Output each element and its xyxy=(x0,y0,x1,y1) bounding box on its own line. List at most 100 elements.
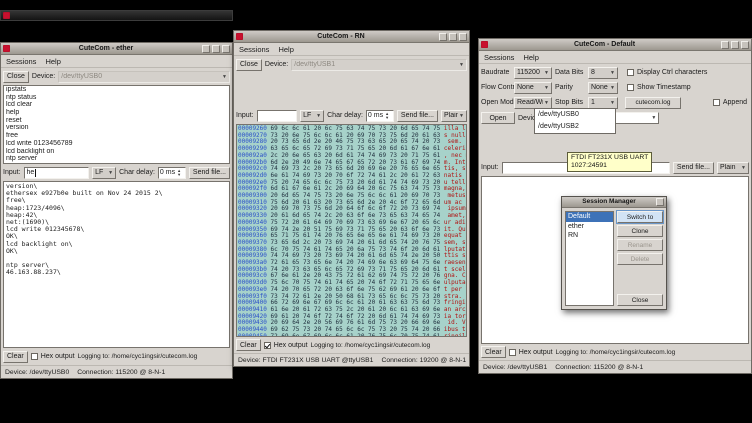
baudrate-combo[interactable]: 115200 ▼ xyxy=(514,67,552,79)
close-icon[interactable] xyxy=(656,198,664,206)
window-cutecom-rn: CuteCom - RN Sessions Help Close Device:… xyxy=(233,30,470,367)
flow-control-combo[interactable]: None ▼ xyxy=(514,82,552,94)
close-button[interactable] xyxy=(222,45,230,53)
parity-combo[interactable]: None ▼ xyxy=(588,82,618,94)
menu-sessions[interactable]: Sessions xyxy=(239,45,269,54)
cutecom-app-icon xyxy=(3,12,10,19)
device-option[interactable]: /dev/ttyUSB2 xyxy=(535,121,615,133)
log-file-button[interactable]: cutecom.log xyxy=(625,97,681,109)
session-item[interactable]: RN xyxy=(566,231,613,241)
menu-sessions[interactable]: Sessions xyxy=(484,53,514,62)
history-item[interactable]: version xyxy=(4,124,229,132)
close-dialog-button[interactable]: Close xyxy=(617,294,663,306)
display-ctrl-checkbox[interactable] xyxy=(627,69,634,76)
send-file-button[interactable]: Send file... xyxy=(673,162,714,174)
menubar: Sessions Help xyxy=(479,51,751,64)
history-item[interactable]: ipstats xyxy=(4,86,229,94)
clone-button[interactable]: Clone xyxy=(617,225,663,237)
open-mode-combo[interactable]: Read/Write ▼ xyxy=(514,97,552,109)
dialog-titlebar[interactable]: Session Manager xyxy=(562,197,666,208)
maximize-button[interactable] xyxy=(731,41,739,49)
window-title: CuteCom - RN xyxy=(245,31,437,42)
history-item[interactable]: lcd write 0123456789 xyxy=(4,140,229,148)
history-item[interactable]: free xyxy=(4,132,229,140)
hex-output-area[interactable]: 00009260 69 6c 6c 61 20 6c 75 63 74 75 7… xyxy=(236,124,467,337)
input-field[interactable]: he xyxy=(24,167,90,179)
history-item[interactable]: reset xyxy=(4,117,229,125)
show-timestamp-checkbox[interactable] xyxy=(627,84,634,91)
session-item[interactable]: Default xyxy=(566,212,613,222)
titlebar[interactable]: CuteCom - RN xyxy=(234,31,469,43)
close-button[interactable] xyxy=(459,33,467,41)
chevron-down-icon: ▼ xyxy=(544,100,549,106)
history-item[interactable]: ntp status xyxy=(4,94,229,102)
send-file-button[interactable]: Send file... xyxy=(397,110,438,122)
statusbar: Device: /dev/ttyUSB0 Connection: 115200 … xyxy=(1,365,232,378)
device-combo[interactable]: /dev/ttyUSB0 ▼ xyxy=(58,71,230,83)
input-row: Input: LF ▼ Char delay: 0 ms ▲▼ Send fil… xyxy=(236,109,467,122)
device-label: Device: xyxy=(265,61,288,68)
eol-combo[interactable]: LF ▼ xyxy=(300,110,324,122)
minimize-button[interactable] xyxy=(439,33,447,41)
titlebar[interactable]: CuteCom - Default xyxy=(479,39,751,51)
display-mode-value: Plain xyxy=(444,112,458,119)
switch-to-button[interactable]: Switch to xyxy=(617,211,663,223)
data-bits-label: Data Bits xyxy=(555,69,585,76)
command-history-list[interactable]: ipstatsntp statuslcd clearhelpresetversi… xyxy=(3,85,230,164)
device-combo[interactable]: /dev/ttyUSB1 ▼ xyxy=(291,59,467,71)
session-item[interactable]: ether xyxy=(566,222,613,232)
maximize-button[interactable] xyxy=(449,33,457,41)
char-delay-spinner[interactable]: 0 ms ▲▼ xyxy=(366,110,394,122)
char-delay-spinner[interactable]: 0 ms ▲▼ xyxy=(158,167,186,179)
maximize-button[interactable] xyxy=(212,45,220,53)
output-line: lcd write 012345678\ xyxy=(6,226,227,233)
clear-button[interactable]: Clear xyxy=(481,346,506,358)
close-button[interactable] xyxy=(741,41,749,49)
open-mode-value: Read/Write xyxy=(517,99,543,106)
window-title: CuteCom - Default xyxy=(490,39,719,50)
minimize-button[interactable] xyxy=(202,45,210,53)
input-field[interactable] xyxy=(257,110,298,122)
menu-sessions[interactable]: Sessions xyxy=(6,57,36,66)
input-label: Input: xyxy=(236,112,254,119)
history-item[interactable]: help xyxy=(4,109,229,117)
spinner-arrows-icon[interactable]: ▲▼ xyxy=(177,169,181,177)
data-bits-combo[interactable]: 8 ▼ xyxy=(588,67,618,79)
history-item[interactable]: lcd clear xyxy=(4,101,229,109)
clear-button[interactable]: Clear xyxy=(236,339,261,351)
append-checkbox[interactable] xyxy=(713,99,720,106)
history-item[interactable]: lcd backlight on xyxy=(4,148,229,156)
spinner-arrows-icon[interactable]: ▲▼ xyxy=(385,112,389,120)
menu-help[interactable]: Help xyxy=(45,57,60,66)
shaded-window-titlebar[interactable] xyxy=(0,10,233,21)
hex-output-label: Hex output xyxy=(274,342,308,349)
open-button[interactable]: Open xyxy=(481,112,515,124)
output-line: OK\ xyxy=(6,248,227,255)
stop-bits-combo[interactable]: 1 ▼ xyxy=(588,97,618,109)
session-list[interactable]: DefaultetherRN xyxy=(565,211,614,306)
clear-button[interactable]: Clear xyxy=(3,351,28,363)
hex-output-checkbox[interactable] xyxy=(31,353,38,360)
chevron-down-icon: ▼ xyxy=(459,113,464,119)
device-option[interactable]: /dev/ttyUSB0 xyxy=(535,109,615,121)
output-area[interactable]: version\ethersex e927b0e built on Nov 24… xyxy=(3,181,230,348)
menu-help[interactable]: Help xyxy=(278,45,293,54)
output-line: ethersex e927b0e built on Nov 24 2015 2\ xyxy=(6,190,227,197)
close-device-button[interactable]: Close xyxy=(3,71,29,83)
menu-help[interactable]: Help xyxy=(523,53,538,62)
bottom-row: Clear Hex output Logging to: /home/cyc1i… xyxy=(481,346,749,358)
status-device: Device: /dev/ttyUSB1 xyxy=(483,364,547,371)
send-file-button[interactable]: Send file... xyxy=(189,167,230,179)
device-combo-value: /dev/ttyUSB1 xyxy=(294,61,335,68)
display-mode-combo[interactable]: Plain ▼ xyxy=(441,110,467,122)
cutecom-app-icon xyxy=(236,33,243,40)
display-mode-combo[interactable]: Plain ▼ xyxy=(717,162,749,174)
hex-output-checkbox[interactable] xyxy=(264,342,271,349)
close-device-button[interactable]: Close xyxy=(236,59,262,71)
device-tooltip: FTDI FT231X USB UART 1027:24591 xyxy=(567,152,652,172)
hex-output-checkbox[interactable] xyxy=(509,349,516,356)
eol-combo[interactable]: LF ▼ xyxy=(92,167,116,179)
titlebar[interactable]: CuteCom - ether xyxy=(1,43,232,55)
minimize-button[interactable] xyxy=(721,41,729,49)
history-item[interactable]: ntp server xyxy=(4,155,229,163)
